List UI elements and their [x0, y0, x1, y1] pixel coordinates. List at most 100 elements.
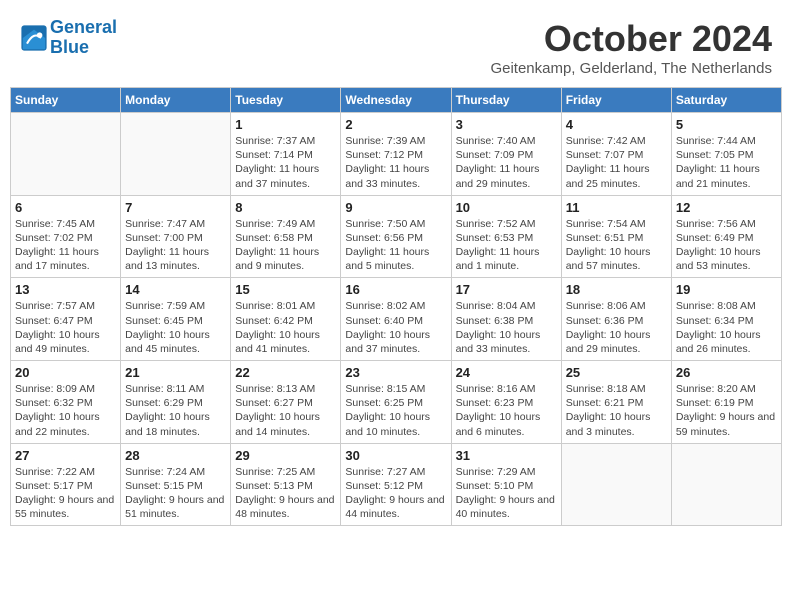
- day-info: Sunrise: 8:04 AMSunset: 6:38 PMDaylight:…: [456, 299, 557, 356]
- calendar-cell: 31 Sunrise: 7:29 AMSunset: 5:10 PMDayligh…: [451, 443, 561, 526]
- weekday-header-saturday: Saturday: [671, 88, 781, 113]
- day-info: Sunrise: 8:01 AMSunset: 6:42 PMDaylight:…: [235, 299, 336, 356]
- day-number: 2: [345, 117, 446, 132]
- weekday-header-row: SundayMondayTuesdayWednesdayThursdayFrid…: [11, 88, 782, 113]
- calendar-cell: 7 Sunrise: 7:47 AMSunset: 7:00 PMDaylight…: [121, 195, 231, 278]
- day-number: 10: [456, 200, 557, 215]
- day-number: 20: [15, 365, 116, 380]
- day-info: Sunrise: 7:49 AMSunset: 6:58 PMDaylight:…: [235, 217, 336, 274]
- day-info: Sunrise: 7:54 AMSunset: 6:51 PMDaylight:…: [566, 217, 667, 274]
- day-number: 5: [676, 117, 777, 132]
- day-info: Sunrise: 7:27 AMSunset: 5:12 PMDaylight:…: [345, 465, 446, 522]
- day-number: 18: [566, 282, 667, 297]
- page-header: General Blue October 2024 Geitenkamp, Ge…: [10, 10, 782, 81]
- calendar-cell: [671, 443, 781, 526]
- day-number: 1: [235, 117, 336, 132]
- day-info: Sunrise: 7:40 AMSunset: 7:09 PMDaylight:…: [456, 134, 557, 191]
- logo-icon: [20, 24, 48, 52]
- calendar-week-row: 13Sunrise: 7:57 AMSunset: 6:47 PMDayligh…: [11, 278, 782, 361]
- calendar-cell: 28Sunrise: 7:24 AMSunset: 5:15 PMDayligh…: [121, 443, 231, 526]
- calendar-cell: 14 Sunrise: 7:59 AMSunset: 6:45 PMDayligh…: [121, 278, 231, 361]
- logo-text: General Blue: [50, 18, 117, 58]
- calendar-cell: 22 Sunrise: 8:13 AMSunset: 6:27 PMDayligh…: [231, 361, 341, 444]
- day-info: Sunrise: 7:52 AMSunset: 6:53 PMDaylight:…: [456, 217, 557, 274]
- day-number: 15: [235, 282, 336, 297]
- day-info: Sunrise: 8:16 AMSunset: 6:23 PMDaylight:…: [456, 382, 557, 439]
- calendar-cell: 26 Sunrise: 8:20 AMSunset: 6:19 PMDayligh…: [671, 361, 781, 444]
- day-info: Sunrise: 7:47 AMSunset: 7:00 PMDaylight:…: [125, 217, 226, 274]
- calendar-cell: 5 Sunrise: 7:44 AMSunset: 7:05 PMDaylight…: [671, 113, 781, 196]
- day-info: Sunrise: 8:13 AMSunset: 6:27 PMDaylight:…: [235, 382, 336, 439]
- day-number: 27: [15, 448, 116, 463]
- calendar-week-row: 1 Sunrise: 7:37 AMSunset: 7:14 PMDaylight…: [11, 113, 782, 196]
- calendar-cell: 4Sunrise: 7:42 AMSunset: 7:07 PMDaylight…: [561, 113, 671, 196]
- calendar-cell: 16 Sunrise: 8:02 AMSunset: 6:40 PMDayligh…: [341, 278, 451, 361]
- day-info: Sunrise: 7:57 AMSunset: 6:47 PMDaylight:…: [15, 299, 116, 356]
- weekday-header-sunday: Sunday: [11, 88, 121, 113]
- calendar-cell: 3Sunrise: 7:40 AMSunset: 7:09 PMDaylight…: [451, 113, 561, 196]
- calendar-cell: 29Sunrise: 7:25 AMSunset: 5:13 PMDayligh…: [231, 443, 341, 526]
- day-number: 6: [15, 200, 116, 215]
- day-number: 22: [235, 365, 336, 380]
- day-number: 24: [456, 365, 557, 380]
- day-number: 30: [345, 448, 446, 463]
- day-info: Sunrise: 7:59 AMSunset: 6:45 PMDaylight:…: [125, 299, 226, 356]
- day-info: Sunrise: 8:08 AMSunset: 6:34 PMDaylight:…: [676, 299, 777, 356]
- day-number: 14: [125, 282, 226, 297]
- day-info: Sunrise: 7:44 AMSunset: 7:05 PMDaylight:…: [676, 134, 777, 191]
- day-info: Sunrise: 8:02 AMSunset: 6:40 PMDaylight:…: [345, 299, 446, 356]
- calendar-cell: 20 Sunrise: 8:09 AMSunset: 6:32 PMDayligh…: [11, 361, 121, 444]
- day-number: 12: [676, 200, 777, 215]
- day-info: Sunrise: 7:56 AMSunset: 6:49 PMDaylight:…: [676, 217, 777, 274]
- day-info: Sunrise: 7:37 AMSunset: 7:14 PMDaylight:…: [235, 134, 336, 191]
- day-info: Sunrise: 7:50 AMSunset: 6:56 PMDaylight:…: [345, 217, 446, 274]
- day-number: 31: [456, 448, 557, 463]
- day-info: Sunrise: 7:29 AMSunset: 5:10 PMDaylight:…: [456, 465, 557, 522]
- calendar-cell: 10 Sunrise: 7:52 AMSunset: 6:53 PMDayligh…: [451, 195, 561, 278]
- weekday-header-monday: Monday: [121, 88, 231, 113]
- day-number: 8: [235, 200, 336, 215]
- location: Geitenkamp, Gelderland, The Netherlands: [490, 60, 772, 77]
- calendar-cell: 12 Sunrise: 7:56 AMSunset: 6:49 PMDayligh…: [671, 195, 781, 278]
- day-info: Sunrise: 8:09 AMSunset: 6:32 PMDaylight:…: [15, 382, 116, 439]
- calendar-cell: 18 Sunrise: 8:06 AMSunset: 6:36 PMDayligh…: [561, 278, 671, 361]
- calendar-cell: [11, 113, 121, 196]
- calendar-cell: 1 Sunrise: 7:37 AMSunset: 7:14 PMDaylight…: [231, 113, 341, 196]
- day-info: Sunrise: 7:42 AMSunset: 7:07 PMDaylight:…: [566, 134, 667, 191]
- day-number: 7: [125, 200, 226, 215]
- day-info: Sunrise: 8:06 AMSunset: 6:36 PMDaylight:…: [566, 299, 667, 356]
- calendar-cell: [561, 443, 671, 526]
- day-number: 9: [345, 200, 446, 215]
- calendar-cell: 21Sunrise: 8:11 AMSunset: 6:29 PMDayligh…: [121, 361, 231, 444]
- day-info: Sunrise: 8:18 AMSunset: 6:21 PMDaylight:…: [566, 382, 667, 439]
- day-number: 16: [345, 282, 446, 297]
- calendar-cell: 15 Sunrise: 8:01 AMSunset: 6:42 PMDayligh…: [231, 278, 341, 361]
- month-title: October 2024: [490, 18, 772, 60]
- day-info: Sunrise: 7:24 AMSunset: 5:15 PMDaylight:…: [125, 465, 226, 522]
- calendar-cell: 30 Sunrise: 7:27 AMSunset: 5:12 PMDayligh…: [341, 443, 451, 526]
- day-info: Sunrise: 7:45 AMSunset: 7:02 PMDaylight:…: [15, 217, 116, 274]
- calendar-week-row: 27Sunrise: 7:22 AMSunset: 5:17 PMDayligh…: [11, 443, 782, 526]
- calendar-cell: 13Sunrise: 7:57 AMSunset: 6:47 PMDayligh…: [11, 278, 121, 361]
- day-number: 26: [676, 365, 777, 380]
- day-info: Sunrise: 8:15 AMSunset: 6:25 PMDaylight:…: [345, 382, 446, 439]
- title-block: October 2024 Geitenkamp, Gelderland, The…: [490, 18, 772, 77]
- day-info: Sunrise: 8:11 AMSunset: 6:29 PMDaylight:…: [125, 382, 226, 439]
- calendar-cell: 9 Sunrise: 7:50 AMSunset: 6:56 PMDaylight…: [341, 195, 451, 278]
- day-info: Sunrise: 7:39 AMSunset: 7:12 PMDaylight:…: [345, 134, 446, 191]
- calendar-cell: 19 Sunrise: 8:08 AMSunset: 6:34 PMDayligh…: [671, 278, 781, 361]
- calendar-cell: 17 Sunrise: 8:04 AMSunset: 6:38 PMDayligh…: [451, 278, 561, 361]
- day-number: 17: [456, 282, 557, 297]
- day-info: Sunrise: 8:20 AMSunset: 6:19 PMDaylight:…: [676, 382, 777, 439]
- logo: General Blue: [20, 18, 117, 58]
- calendar-table: SundayMondayTuesdayWednesdayThursdayFrid…: [10, 87, 782, 526]
- day-info: Sunrise: 7:25 AMSunset: 5:13 PMDaylight:…: [235, 465, 336, 522]
- weekday-header-friday: Friday: [561, 88, 671, 113]
- calendar-cell: 11Sunrise: 7:54 AMSunset: 6:51 PMDayligh…: [561, 195, 671, 278]
- calendar-week-row: 6 Sunrise: 7:45 AMSunset: 7:02 PMDaylight…: [11, 195, 782, 278]
- calendar-cell: 6 Sunrise: 7:45 AMSunset: 7:02 PMDaylight…: [11, 195, 121, 278]
- day-number: 23: [345, 365, 446, 380]
- day-number: 19: [676, 282, 777, 297]
- weekday-header-thursday: Thursday: [451, 88, 561, 113]
- calendar-cell: 27Sunrise: 7:22 AMSunset: 5:17 PMDayligh…: [11, 443, 121, 526]
